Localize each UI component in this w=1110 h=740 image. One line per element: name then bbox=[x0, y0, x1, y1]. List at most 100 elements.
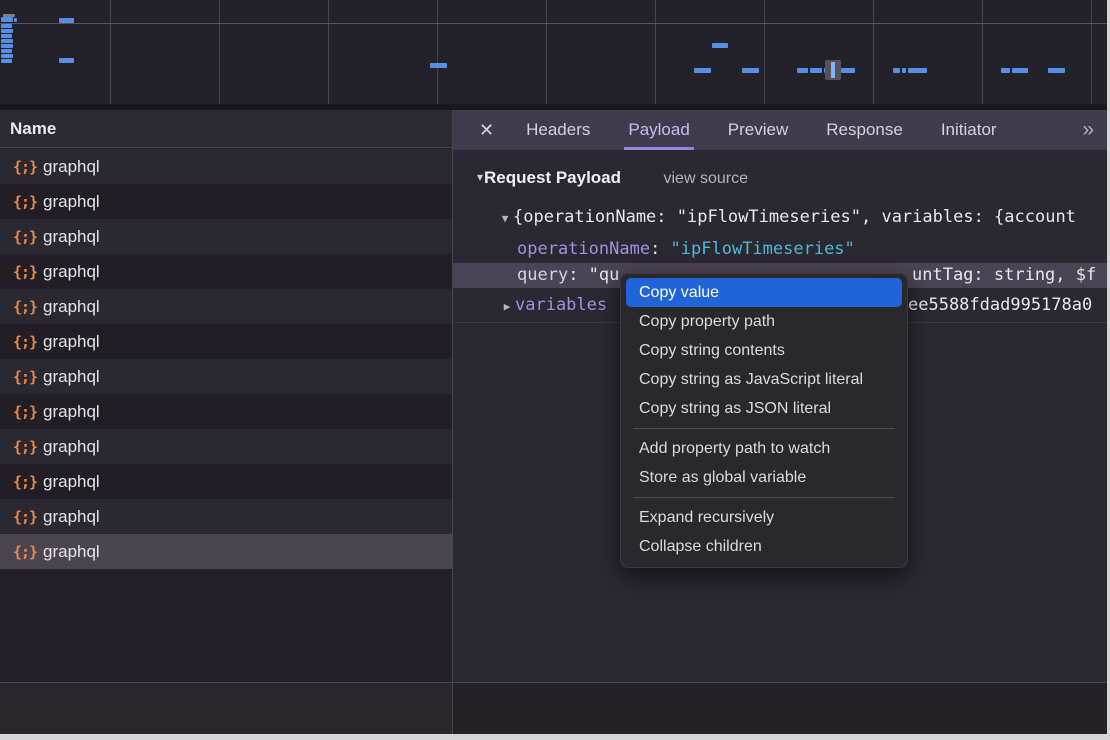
payload-root-preview: {operationName: "ipFlowTimeseries", vari… bbox=[513, 207, 1076, 227]
menu-item-collapse-children[interactable]: Collapse children bbox=[626, 532, 902, 561]
waterfall-bar bbox=[59, 18, 74, 23]
overview-gridline bbox=[328, 0, 329, 104]
menu-item-copy-property-path[interactable]: Copy property path bbox=[626, 307, 902, 336]
request-name-label: graphql bbox=[43, 227, 100, 246]
json-braces-icon: {;} bbox=[13, 325, 43, 360]
overview-gridline bbox=[1091, 0, 1092, 104]
more-tabs-icon[interactable]: » bbox=[1082, 118, 1091, 142]
request-name-label: graphql bbox=[43, 157, 100, 176]
network-request-row[interactable]: {;}graphql bbox=[0, 184, 452, 219]
menu-item-add-property-path-to-watch[interactable]: Add property path to watch bbox=[626, 434, 902, 463]
collapse-triangle-icon[interactable]: ▾ bbox=[477, 170, 483, 184]
overview-gridline bbox=[110, 0, 111, 104]
waterfall-bar bbox=[1, 44, 13, 48]
devtools-network-panel: Name {;}graphql{;}graphql{;}graphql{;}gr… bbox=[0, 0, 1110, 740]
overview-gridline bbox=[219, 0, 220, 104]
payload-operationname-row[interactable]: operationName: "ipFlowTimeseries" bbox=[453, 237, 1107, 262]
overview-gridline bbox=[982, 0, 983, 104]
overview-gridline bbox=[546, 0, 547, 104]
menu-separator bbox=[633, 428, 895, 429]
network-request-row[interactable]: {;}graphql bbox=[0, 359, 452, 394]
network-request-row[interactable]: {;}graphql bbox=[0, 219, 452, 254]
menu-item-copy-value[interactable]: Copy value bbox=[626, 278, 902, 307]
payload-root-row[interactable]: ▼{operationName: "ipFlowTimeseries", var… bbox=[453, 205, 1107, 230]
request-name-label: graphql bbox=[43, 192, 100, 211]
waterfall-bar bbox=[1001, 68, 1010, 73]
waterfall-bar bbox=[1048, 68, 1065, 73]
property-value-suffix: ee5588fdad995178a0 bbox=[908, 293, 1092, 318]
view-source-link[interactable]: view source bbox=[663, 170, 747, 187]
waterfall-bar bbox=[893, 68, 900, 73]
window-bottom-edge bbox=[0, 734, 1110, 740]
overview-hover-tick bbox=[831, 62, 835, 78]
context-menu: Copy valueCopy property pathCopy string … bbox=[620, 273, 908, 568]
overview-row-divider bbox=[0, 23, 1110, 24]
expand-triangle-icon[interactable]: ▼ bbox=[497, 206, 513, 230]
network-request-row[interactable]: {;}graphql bbox=[0, 464, 452, 499]
tab-response[interactable]: Response bbox=[822, 110, 907, 150]
request-name-label: graphql bbox=[43, 262, 100, 281]
waterfall-bar bbox=[1, 39, 13, 43]
overview-gridline bbox=[873, 0, 874, 104]
network-request-row[interactable]: {;}graphql bbox=[0, 149, 452, 184]
waterfall-bar bbox=[1, 29, 13, 33]
waterfall-bar bbox=[1, 17, 13, 22]
request-name-label: graphql bbox=[43, 472, 100, 491]
property-key: operationName bbox=[517, 239, 650, 259]
json-braces-icon: {;} bbox=[13, 535, 43, 570]
waterfall-bar bbox=[14, 18, 17, 22]
waterfall-bar bbox=[1, 24, 12, 28]
json-braces-icon: {;} bbox=[13, 360, 43, 395]
overview-gridline bbox=[655, 0, 656, 104]
json-braces-icon: {;} bbox=[13, 220, 43, 255]
waterfall-bar bbox=[1, 54, 13, 58]
menu-item-copy-string-contents[interactable]: Copy string contents bbox=[626, 336, 902, 365]
key-separator: : bbox=[568, 265, 588, 285]
tab-payload[interactable]: Payload bbox=[624, 110, 693, 150]
property-value-suffix: untTag: string, $f bbox=[912, 263, 1096, 288]
tab-preview[interactable]: Preview bbox=[724, 110, 792, 150]
request-name-label: graphql bbox=[43, 367, 100, 386]
json-braces-icon: {;} bbox=[13, 395, 43, 430]
network-request-row[interactable]: {;}graphql bbox=[0, 534, 452, 569]
waterfall-bar bbox=[1, 59, 12, 63]
network-request-row[interactable]: {;}graphql bbox=[0, 324, 452, 359]
name-column-header[interactable]: Name bbox=[0, 110, 452, 148]
detail-tab-bar: ✕ Headers Payload Preview Response Initi… bbox=[453, 110, 1107, 150]
network-request-row[interactable]: {;}graphql bbox=[0, 254, 452, 289]
waterfall-bar bbox=[1012, 68, 1028, 73]
request-name-label: graphql bbox=[43, 437, 100, 456]
property-value-prefix: "qu bbox=[589, 265, 620, 285]
network-request-row[interactable]: {;}graphql bbox=[0, 394, 452, 429]
network-request-row[interactable]: {;}graphql bbox=[0, 429, 452, 464]
menu-item-copy-string-as-javascript-literal[interactable]: Copy string as JavaScript literal bbox=[626, 365, 902, 394]
json-braces-icon: {;} bbox=[13, 185, 43, 220]
tab-initiator[interactable]: Initiator bbox=[937, 110, 1001, 150]
request-list-panel: Name {;}graphql{;}graphql{;}graphql{;}gr… bbox=[0, 110, 452, 682]
json-braces-icon: {;} bbox=[13, 150, 43, 185]
json-braces-icon: {;} bbox=[13, 500, 43, 535]
network-request-row[interactable]: {;}graphql bbox=[0, 289, 452, 324]
request-name-label: graphql bbox=[43, 402, 100, 421]
waterfall-bar bbox=[902, 68, 906, 73]
network-request-row[interactable]: {;}graphql bbox=[0, 499, 452, 534]
section-title: Request Payload bbox=[484, 168, 621, 187]
request-payload-header: ▾Request Payload view source bbox=[453, 168, 748, 190]
json-braces-icon: {;} bbox=[13, 465, 43, 500]
property-value: "ipFlowTimeseries" bbox=[671, 239, 855, 259]
menu-separator bbox=[633, 497, 895, 498]
json-braces-icon: {;} bbox=[13, 430, 43, 465]
expand-triangle-icon[interactable]: ▶ bbox=[499, 294, 515, 318]
tab-headers[interactable]: Headers bbox=[522, 110, 594, 150]
request-name-label: graphql bbox=[43, 507, 100, 526]
key-separator: : bbox=[650, 239, 670, 259]
waterfall-bar bbox=[712, 43, 728, 48]
menu-item-store-as-global-variable[interactable]: Store as global variable bbox=[626, 463, 902, 492]
close-icon[interactable]: ✕ bbox=[479, 120, 494, 141]
menu-item-expand-recursively[interactable]: Expand recursively bbox=[626, 503, 902, 532]
network-overview-timeline[interactable] bbox=[0, 0, 1110, 104]
menu-item-copy-string-as-json-literal[interactable]: Copy string as JSON literal bbox=[626, 394, 902, 423]
waterfall-bar bbox=[742, 68, 759, 73]
overview-hover-marker bbox=[825, 60, 841, 80]
waterfall-bar bbox=[1, 34, 12, 38]
